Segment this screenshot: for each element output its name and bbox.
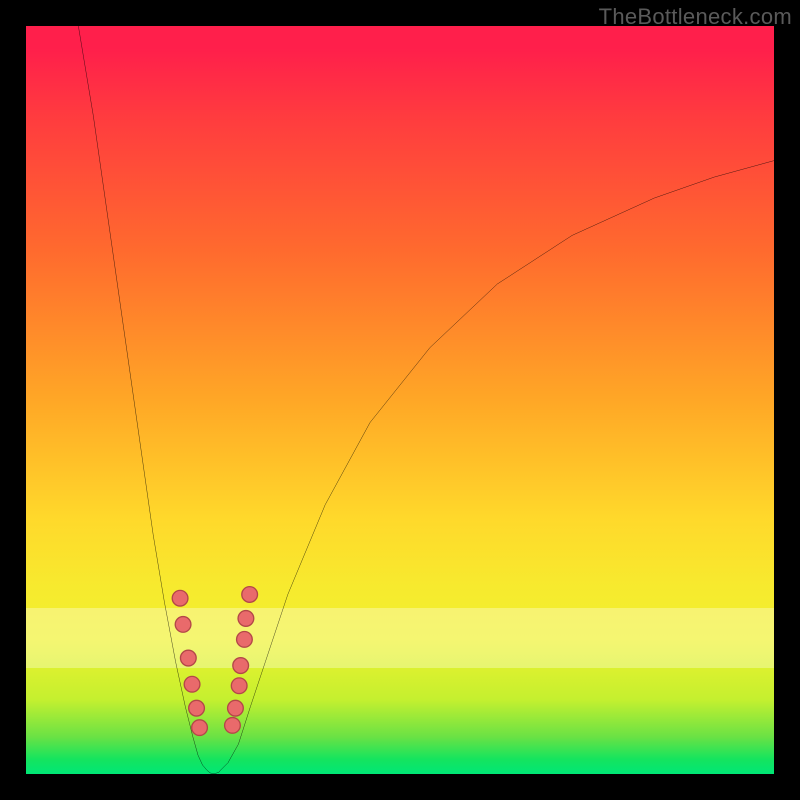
- watermark-label: TheBottleneck.com: [599, 4, 792, 30]
- data-marker: [228, 700, 244, 716]
- highlight-band: [26, 608, 774, 668]
- data-marker: [189, 700, 205, 716]
- data-marker: [172, 590, 188, 606]
- data-marker: [225, 718, 241, 734]
- data-marker: [242, 587, 258, 603]
- markers-layer: [26, 26, 774, 774]
- chart-frame: TheBottleneck.com: [0, 0, 800, 800]
- curve-path: [78, 26, 774, 774]
- data-marker: [238, 611, 254, 627]
- data-marker: [175, 617, 191, 633]
- data-marker: [231, 678, 247, 694]
- data-marker: [233, 658, 249, 674]
- chart-plot-area: [26, 26, 774, 774]
- v-curve: [26, 26, 774, 774]
- data-marker: [184, 676, 200, 692]
- data-marker: [180, 650, 196, 666]
- data-marker: [237, 632, 253, 648]
- data-marker: [192, 720, 208, 736]
